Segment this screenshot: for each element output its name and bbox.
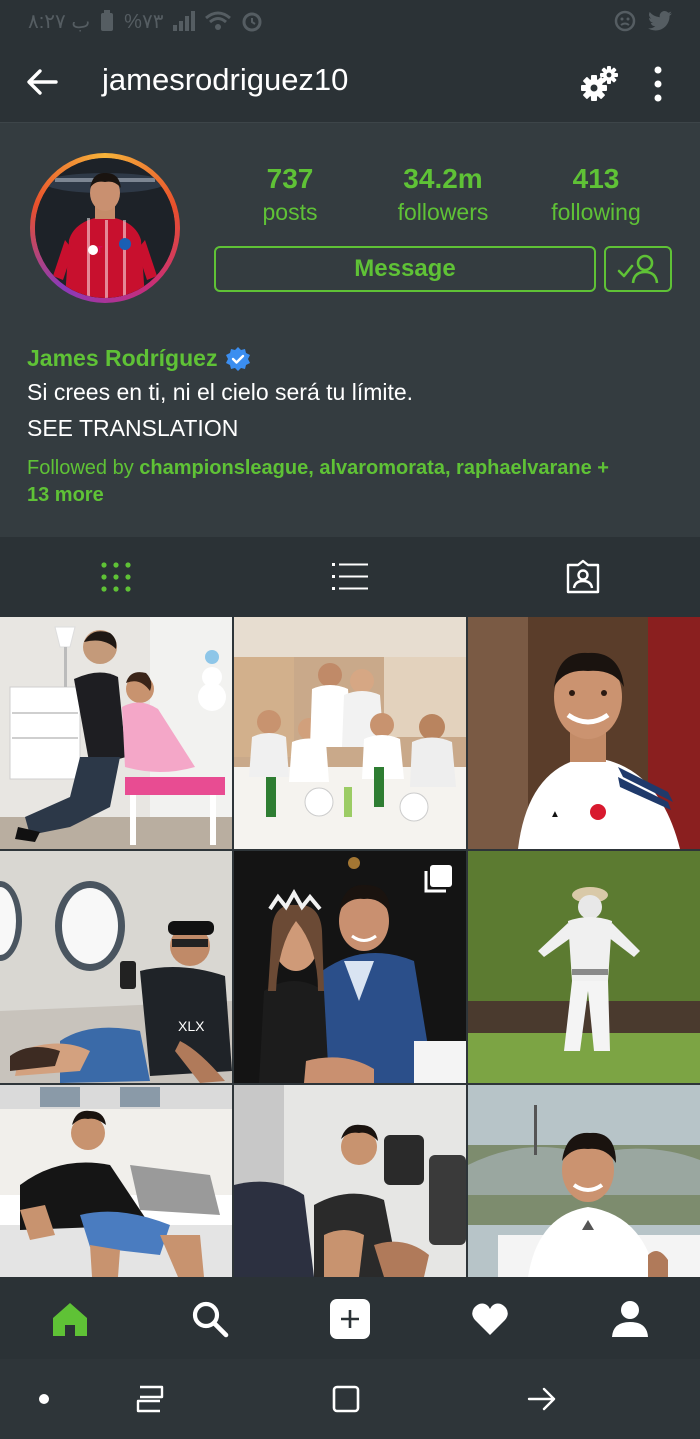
post-thumbnail[interactable]: XLX bbox=[0, 851, 232, 1083]
back-button-icon[interactable] bbox=[526, 1383, 558, 1415]
signal-icon bbox=[173, 11, 196, 31]
stat-followers[interactable]: 34.2m followers bbox=[373, 163, 513, 226]
list-icon[interactable] bbox=[332, 559, 368, 595]
post-thumbnail[interactable] bbox=[468, 851, 700, 1083]
profile-bio: Si crees en ti, ni el cielo será tu lími… bbox=[27, 379, 414, 405]
back-arrow-icon[interactable] bbox=[24, 64, 60, 100]
status-bar: ۸:۲۷ ب %۷۳ bbox=[0, 0, 700, 42]
heart-icon[interactable] bbox=[470, 1299, 510, 1339]
posts-count: 737 bbox=[266, 163, 314, 194]
status-time: ۸:۲۷ ب bbox=[28, 10, 91, 33]
following-status-button[interactable] bbox=[604, 246, 672, 292]
post-image bbox=[0, 617, 232, 849]
recent-apps-icon[interactable] bbox=[134, 1383, 166, 1415]
battery-icon bbox=[101, 10, 114, 31]
user-check-icon bbox=[617, 254, 659, 284]
followers-count: 34.2m bbox=[403, 163, 483, 194]
posts-grid: ▲ XLX bbox=[0, 617, 700, 1277]
bottom-navigation bbox=[0, 1277, 700, 1359]
post-image: ▲ bbox=[468, 617, 700, 849]
system-navigation-bar bbox=[0, 1359, 700, 1439]
verified-badge-icon bbox=[226, 346, 251, 371]
more-options-icon[interactable] bbox=[648, 64, 668, 104]
post-image bbox=[468, 851, 700, 1083]
followers-label: followers bbox=[397, 199, 489, 225]
following-count: 413 bbox=[572, 163, 620, 194]
avatar-story-ring[interactable]: T bbox=[30, 153, 180, 303]
post-thumbnail[interactable] bbox=[234, 617, 466, 849]
post-image: XLX bbox=[0, 851, 232, 1083]
multiple-photos-icon bbox=[424, 865, 452, 893]
profile-full-name: James Rodríguez bbox=[27, 345, 218, 371]
post-thumbnail[interactable]: ▲ bbox=[468, 617, 700, 849]
svg-text:▲: ▲ bbox=[550, 809, 560, 820]
post-thumbnail[interactable] bbox=[0, 617, 232, 849]
post-image bbox=[234, 1085, 466, 1277]
profile-icon[interactable] bbox=[610, 1299, 650, 1339]
post-image bbox=[468, 1085, 700, 1277]
battery-percent: %۷۳ bbox=[124, 10, 164, 33]
twitter-icon bbox=[648, 11, 672, 31]
following-label: following bbox=[551, 199, 641, 225]
settings-gears-icon[interactable] bbox=[580, 64, 620, 104]
post-image bbox=[234, 617, 466, 849]
wifi-icon bbox=[205, 11, 232, 30]
followed-by-prefix: Followed by bbox=[27, 457, 134, 479]
svg-text:XLX: XLX bbox=[178, 1018, 205, 1034]
message-button[interactable]: Message bbox=[214, 246, 596, 292]
followed-by-accounts: championsleague, alvaromorata, raphaelva… bbox=[139, 457, 609, 479]
search-icon[interactable] bbox=[190, 1299, 230, 1339]
profile-view-tabs bbox=[0, 537, 700, 617]
add-post-icon[interactable] bbox=[330, 1299, 370, 1339]
profile-header: T 737 posts 34.2m followers 413 followin… bbox=[0, 123, 700, 537]
tagged-icon[interactable] bbox=[565, 559, 601, 595]
dot-indicator-icon bbox=[39, 1394, 49, 1404]
top-bar: jamesrodriguez10 bbox=[0, 42, 700, 123]
post-image bbox=[0, 1085, 232, 1277]
profile-username: jamesrodriguez10 bbox=[102, 62, 349, 97]
followed-by-text[interactable]: Followed by championsleague, alvaromorat… bbox=[27, 455, 667, 509]
face-icon bbox=[614, 10, 636, 32]
posts-label: posts bbox=[262, 199, 318, 225]
grid-icon[interactable] bbox=[98, 559, 134, 595]
svg-text:T: T bbox=[97, 245, 103, 255]
alarm-icon bbox=[242, 12, 262, 32]
profile-name-row: James Rodríguez bbox=[27, 345, 251, 372]
status-right bbox=[614, 10, 672, 32]
home-icon[interactable] bbox=[50, 1299, 90, 1339]
stat-following[interactable]: 413 following bbox=[526, 163, 666, 226]
avatar-image: T bbox=[35, 158, 175, 298]
followed-by-more: 13 more bbox=[27, 484, 104, 506]
post-thumbnail[interactable] bbox=[234, 851, 466, 1083]
status-left: ۸:۲۷ ب %۷۳ bbox=[28, 9, 263, 34]
home-button-icon[interactable] bbox=[330, 1383, 362, 1415]
see-translation-link[interactable]: SEE TRANSLATION bbox=[27, 415, 238, 442]
avatar: T bbox=[35, 158, 175, 298]
stat-posts[interactable]: 737 posts bbox=[220, 163, 360, 226]
